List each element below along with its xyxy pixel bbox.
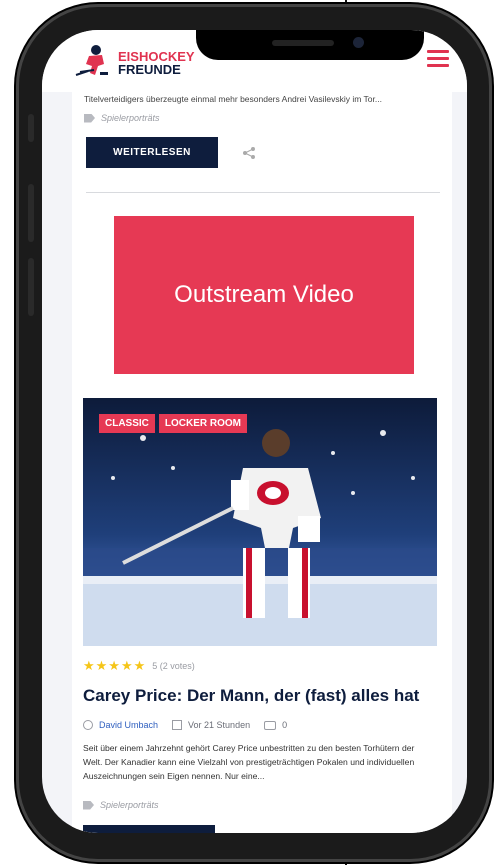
category-label: Spielerporträts xyxy=(100,800,159,810)
outstream-video-ad[interactable]: Outstream Video xyxy=(114,216,414,374)
article-excerpt: Seit über einem Jahrzehnt gehört Carey P… xyxy=(83,743,415,781)
brand-name[interactable]: EISHOCKEY FREUNDE xyxy=(118,50,195,76)
phone-screen: EISHOCKEY FREUNDE Titelverteidigers über… xyxy=(42,30,467,833)
article-excerpt: Titelverteidigers überzeugte einmal mehr… xyxy=(84,94,382,104)
category-label: Spielerporträts xyxy=(101,113,160,123)
badge-classic[interactable]: CLASSIC xyxy=(99,414,155,433)
article-title[interactable]: Carey Price: Der Mann, der (fast) alles … xyxy=(83,686,453,706)
tag-icon xyxy=(83,800,94,810)
article-meta: David Umbach Vor 21 Stunden 0 xyxy=(83,720,287,730)
article-badges: CLASSIC LOCKER ROOM xyxy=(99,414,248,433)
rating-stars[interactable]: ★★★★★ xyxy=(83,658,146,674)
author-icon xyxy=(83,720,93,730)
article-category[interactable]: Spielerporträts xyxy=(84,113,160,123)
logo-icon[interactable] xyxy=(74,42,114,80)
speaker xyxy=(272,40,334,46)
divider xyxy=(86,192,440,193)
goalie-photo xyxy=(83,398,437,646)
mute-switch xyxy=(28,114,34,142)
read-more-button-partial[interactable] xyxy=(83,825,215,833)
read-more-button[interactable]: WEITERLESEN xyxy=(86,137,218,168)
badge-locker-room[interactable]: LOCKER ROOM xyxy=(158,414,248,433)
share-icon[interactable] xyxy=(242,146,256,160)
calendar-icon xyxy=(172,720,183,730)
volume-up-button xyxy=(28,184,34,242)
comment-icon xyxy=(264,720,277,730)
volume-down-button xyxy=(28,258,34,316)
notch xyxy=(196,30,424,60)
front-camera xyxy=(353,37,364,48)
hamburger-menu-icon[interactable] xyxy=(427,50,449,68)
comment-count[interactable]: 0 xyxy=(282,720,287,730)
tag-icon xyxy=(84,113,95,123)
brand-line-2: FREUNDE xyxy=(118,62,181,77)
article-category[interactable]: Spielerporträts xyxy=(83,800,159,810)
author-link[interactable]: David Umbach xyxy=(99,720,158,730)
article-image[interactable]: CLASSIC LOCKER ROOM xyxy=(83,398,437,646)
article-rating: ★★★★★ 5 (2 votes) xyxy=(83,658,195,674)
article-date: Vor 21 Stunden xyxy=(188,720,251,730)
rating-votes: 5 (2 votes) xyxy=(152,661,195,671)
